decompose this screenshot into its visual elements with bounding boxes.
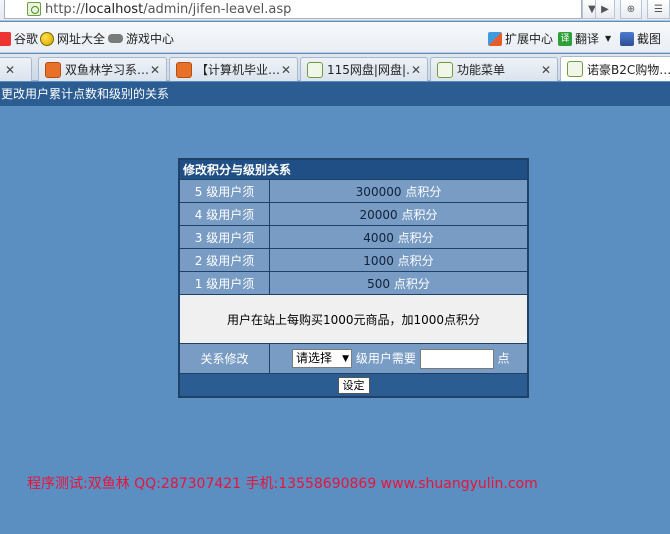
table-row: 5 级用户须 300000 点积分 (180, 180, 527, 202)
page-icon (307, 61, 323, 78)
translate-button[interactable]: 译翻译 ▼ (558, 30, 611, 47)
points-suffix: 点 (497, 351, 510, 365)
close-icon[interactable]: ✕ (148, 63, 162, 77)
bookmark-google[interactable]: 谷歌 (0, 30, 38, 47)
page-icon (567, 61, 583, 77)
points-level-table: 修改积分与级别关系 5 级用户须 300000 点积分 4 级用户须 20000… (178, 158, 529, 398)
address-bar[interactable]: http://localhost/admin/jifen-leavel.asp (4, 0, 582, 19)
extension-icon (488, 31, 502, 46)
bookmark-game-center[interactable]: 游戏中心 (108, 30, 174, 47)
extension-center-button[interactable]: 扩展中心 (488, 30, 553, 47)
taobao-icon (45, 61, 61, 78)
set-button[interactable]: 设定 (337, 376, 370, 394)
tab-strip: ✕ 双鱼林学习系… ✕ 【计算机毕业… ✕ 115网盘|网盘|… ✕ 功能菜单 … (0, 54, 670, 81)
level-points: 1000 点积分 (270, 249, 527, 271)
close-icon[interactable]: ✕ (3, 63, 17, 77)
tab-115-disk[interactable]: 115网盘|网盘|… ✕ (300, 57, 428, 81)
chevron-down-icon: ▼ (605, 34, 612, 43)
page-title: 更改用户累计点数和级别的关系 (0, 82, 670, 106)
gamepad-icon (108, 34, 123, 43)
tab-b2c-shop[interactable]: 诺豪B2C购物… (560, 56, 670, 81)
level-label: 3 级用户须 (180, 226, 269, 248)
go-forward-icon[interactable]: ▶ (595, 0, 615, 19)
level-points: 500 点积分 (270, 272, 527, 294)
table-row: 4 级用户须 20000 点积分 (180, 203, 527, 225)
need-label: 级用户需要 (355, 351, 416, 365)
level-label: 2 级用户须 (180, 249, 269, 271)
table-row: 2 级用户须 1000 点积分 (180, 249, 527, 271)
modify-controls: 请选择 ▼ 级用户需要 点 (270, 344, 527, 373)
table-row: 3 级用户须 4000 点积分 (180, 226, 527, 248)
table-row: 1 级用户须 500 点积分 (180, 272, 527, 294)
modify-label: 关系修改 (180, 344, 269, 373)
submit-row: 设定 (180, 374, 527, 396)
level-label: 1 级用户须 (180, 272, 269, 294)
close-icon[interactable]: ✕ (279, 63, 293, 77)
site-nav-icon (40, 31, 54, 46)
close-icon[interactable]: ✕ (409, 63, 423, 77)
level-label: 4 级用户须 (180, 203, 269, 225)
bookmark-site-nav[interactable]: 网址大全 (40, 30, 105, 47)
shield-icon[interactable]: ⊕ (620, 0, 642, 19)
chevron-down-icon: ▼ (342, 354, 349, 364)
level-select[interactable]: 请选择 ▼ (292, 349, 352, 368)
footer-credit: 程序测试:双鱼林 QQ:287307421 手机:13558690869 www… (27, 476, 538, 492)
tab-shuangyulin[interactable]: 双鱼林学习系… ✕ (38, 57, 167, 81)
level-label: 5 级用户须 (180, 180, 269, 202)
translate-icon: 译 (558, 31, 572, 46)
points-rule-note: 用户在站上每购买1000元商品，加1000点积分 (180, 295, 527, 343)
screenshot-icon (620, 31, 634, 46)
address-bar-row: http://localhost/admin/jifen-leavel.asp … (0, 0, 670, 21)
taobao-icon (176, 61, 192, 78)
page-icon (437, 61, 453, 78)
google-icon (0, 31, 11, 46)
table-caption: 修改积分与级别关系 (180, 160, 527, 179)
screenshot-button[interactable]: 截图 (620, 30, 661, 47)
level-points: 20000 点积分 (270, 203, 527, 225)
menu-icon[interactable]: ☰ (647, 0, 670, 19)
page-icon (27, 2, 41, 16)
close-icon[interactable]: ✕ (539, 63, 553, 77)
points-input[interactable] (419, 348, 494, 369)
tab-graduation[interactable]: 【计算机毕业… ✕ (169, 57, 298, 81)
level-points: 4000 点积分 (270, 226, 527, 248)
tab-function-menu[interactable]: 功能菜单 ✕ (430, 57, 558, 81)
bookmarks-bar: 谷歌 网址大全 游戏中心 扩展中心 译翻译 ▼ 截图 (0, 22, 670, 53)
level-points: 300000 点积分 (270, 180, 527, 202)
url-text[interactable]: http://localhost/admin/jifen-leavel.asp (45, 2, 291, 17)
tab-previous[interactable]: ✕ (0, 57, 32, 81)
